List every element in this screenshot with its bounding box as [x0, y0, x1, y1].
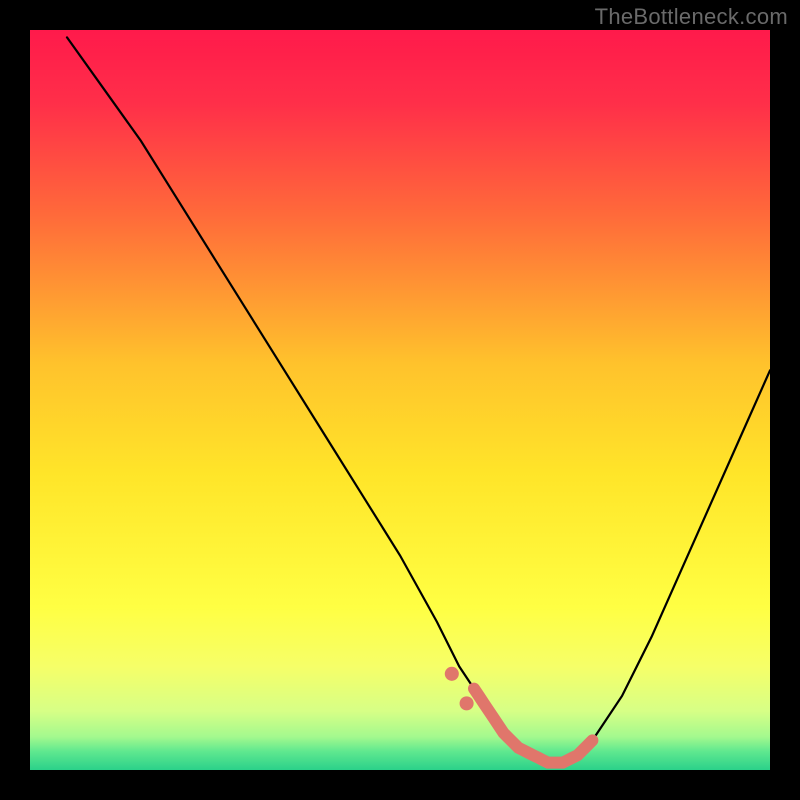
highlight-dot: [445, 667, 459, 681]
plot-area: [30, 30, 770, 770]
chart-svg: [30, 30, 770, 770]
stage: TheBottleneck.com: [0, 0, 800, 800]
watermark-text: TheBottleneck.com: [595, 4, 788, 30]
highlight-dot: [460, 696, 474, 710]
